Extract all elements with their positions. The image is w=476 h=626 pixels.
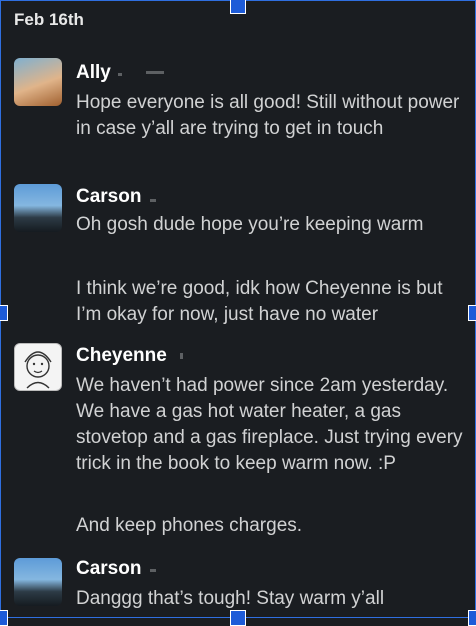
avatar[interactable] — [14, 343, 62, 391]
avatar[interactable] — [14, 558, 62, 606]
message-text: Hope everyone is all good! Still without… — [76, 92, 460, 139]
avatar[interactable] — [14, 58, 62, 106]
message-text: And keep phones charges. — [76, 515, 303, 536]
sender-name[interactable]: Carson — [76, 558, 141, 580]
message-text: Danggg that’s tough! Stay warm y’all — [76, 588, 385, 609]
redacted-surname — [146, 71, 164, 74]
sender-name[interactable]: Carson — [76, 186, 141, 208]
date-divider: Feb 16th — [14, 10, 84, 29]
redacted-surname — [180, 353, 183, 359]
portrait-drawing-icon — [24, 351, 52, 389]
resize-handle-bottom[interactable] — [230, 610, 246, 626]
avatar[interactable] — [14, 184, 62, 232]
message-text: We haven’t had power since 2am yesterday… — [76, 375, 463, 474]
resize-handle-right[interactable] — [468, 305, 476, 321]
message-text: Oh gosh dude hope you’re keeping warm — [76, 214, 424, 235]
resize-handle-left[interactable] — [0, 305, 8, 321]
resize-handle-bottom-left[interactable] — [0, 610, 8, 626]
resize-handle-top[interactable] — [230, 0, 246, 14]
sender-name[interactable]: Ally — [76, 62, 111, 84]
resize-handle-bottom-right[interactable] — [468, 610, 476, 626]
redacted-surname — [150, 569, 156, 572]
sender-name[interactable]: Cheyenne — [76, 345, 167, 367]
redacted-surname — [150, 199, 156, 202]
redacted-surname — [118, 73, 122, 76]
message-text: I think we’re good, idk how Cheyenne is … — [76, 278, 443, 325]
